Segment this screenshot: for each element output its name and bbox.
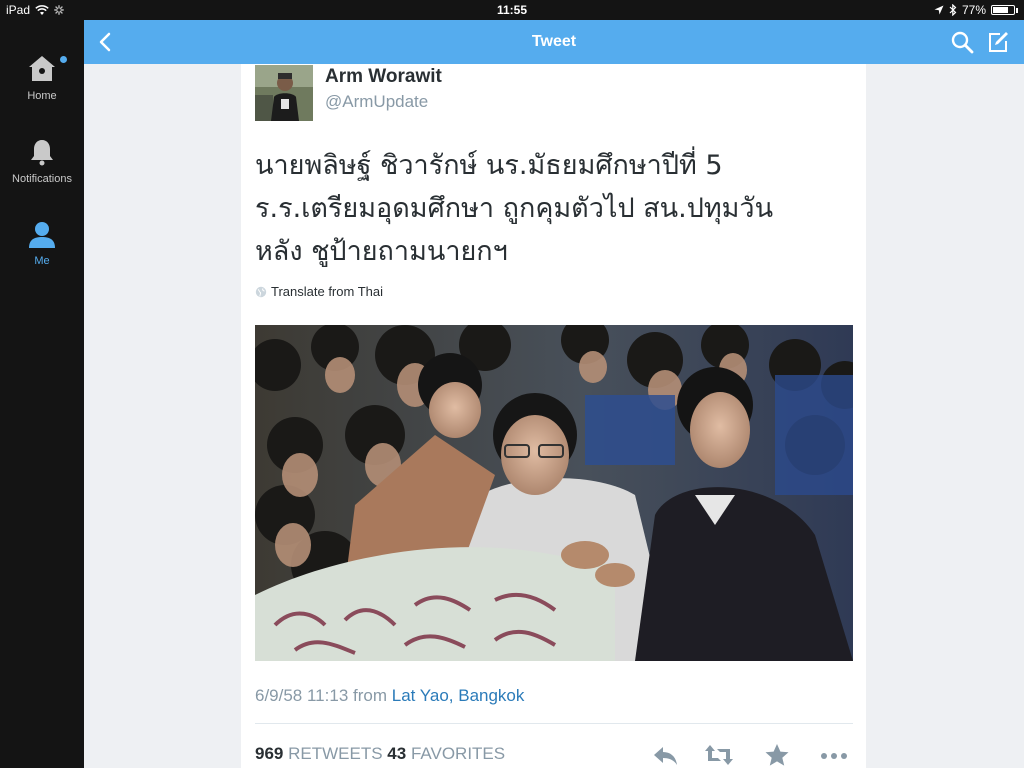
tweet-photo[interactable]	[255, 325, 853, 661]
tweet-actions	[651, 742, 851, 768]
tweet-meta: 6/9/58 11:13 from Lat Yao, Bangkok	[255, 686, 524, 706]
sidebar-item-label: Home	[27, 90, 57, 102]
tweet-text-line: ร.ร.เตรียมอุดมศึกษา ถูกคุมตัวไป สน.ปทุมว…	[255, 193, 774, 224]
globe-icon	[255, 286, 267, 297]
favorite-star-icon[interactable]	[762, 742, 792, 768]
person-icon	[29, 222, 55, 248]
tweet-text-line: นายพลิษฐ์ ชิวารักษ์ นร.มัธยมศึกษาปีที่ 5	[255, 150, 723, 181]
sidebar-item-label: Me	[34, 255, 50, 267]
clock: 11:55	[496, 3, 528, 17]
author-handle[interactable]: @ArmUpdate	[325, 92, 428, 112]
retweets-count: 969	[255, 744, 284, 763]
location-arrow-icon	[934, 5, 944, 15]
battery-nub	[1016, 7, 1018, 13]
tweet-text: นายพลิษฐ์ ชิวารักษ์ นร.มัธยมศึกษาปีที่ 5…	[255, 144, 835, 273]
compose-icon[interactable]	[986, 30, 1010, 54]
retweet-icon[interactable]	[704, 742, 734, 768]
battery-icon	[991, 5, 1015, 15]
tweet-card: Arm Worawit @ArmUpdate นายพลิษฐ์ ชิวารัก…	[241, 64, 866, 768]
retweets-stat[interactable]: 969 RETWEETS	[255, 744, 387, 763]
main-panel: Tweet Arm Worawit @ArmUpdate นายพลิษฐ์ ช…	[84, 20, 1024, 768]
reply-icon[interactable]	[651, 742, 681, 768]
author-name[interactable]: Arm Worawit	[325, 66, 442, 88]
location-link[interactable]: Lat Yao, Bangkok	[392, 686, 525, 705]
top-bar: Tweet	[84, 20, 1024, 64]
sidebar-item-label: Notifications	[12, 173, 72, 185]
page-title: Tweet	[531, 33, 577, 50]
sidebar-item-me[interactable]: Me	[0, 219, 84, 267]
tweet-stats: 969 RETWEETS 43 FAVORITES	[255, 744, 505, 764]
bluetooth-icon	[949, 4, 957, 16]
sidebar-item-home[interactable]: Home	[0, 54, 84, 102]
translate-label: Translate from Thai	[271, 284, 383, 299]
more-icon[interactable]	[819, 742, 849, 768]
from-label: from	[353, 686, 388, 705]
divider	[255, 723, 853, 724]
avatar-image	[255, 65, 313, 121]
translate-link[interactable]: Translate from Thai	[255, 284, 383, 299]
search-icon[interactable]	[950, 30, 974, 54]
bell-icon	[31, 140, 53, 166]
favorites-label: FAVORITES	[410, 744, 506, 763]
tweet-text-line: หลัง ชูป้ายถามนายกฯ	[255, 236, 508, 267]
sidebar-item-notifications[interactable]: Notifications	[0, 137, 84, 185]
notification-dot	[60, 56, 67, 63]
avatar[interactable]	[255, 65, 313, 121]
status-right: 77%	[934, 3, 1018, 17]
battery-level-fill	[993, 7, 1008, 13]
photo-image	[255, 325, 853, 661]
retweets-label: RETWEETS	[288, 744, 383, 763]
battery-percent: 77%	[961, 3, 986, 17]
sidebar: Home Notifications Me	[0, 20, 84, 768]
favorites-stat[interactable]: 43 FAVORITES	[387, 744, 505, 763]
status-bar: iPad 11:55 77%	[0, 0, 1024, 20]
tweet-timestamp: 6/9/58 11:13	[255, 686, 349, 705]
home-icon	[29, 56, 55, 81]
favorites-count: 43	[387, 744, 407, 763]
